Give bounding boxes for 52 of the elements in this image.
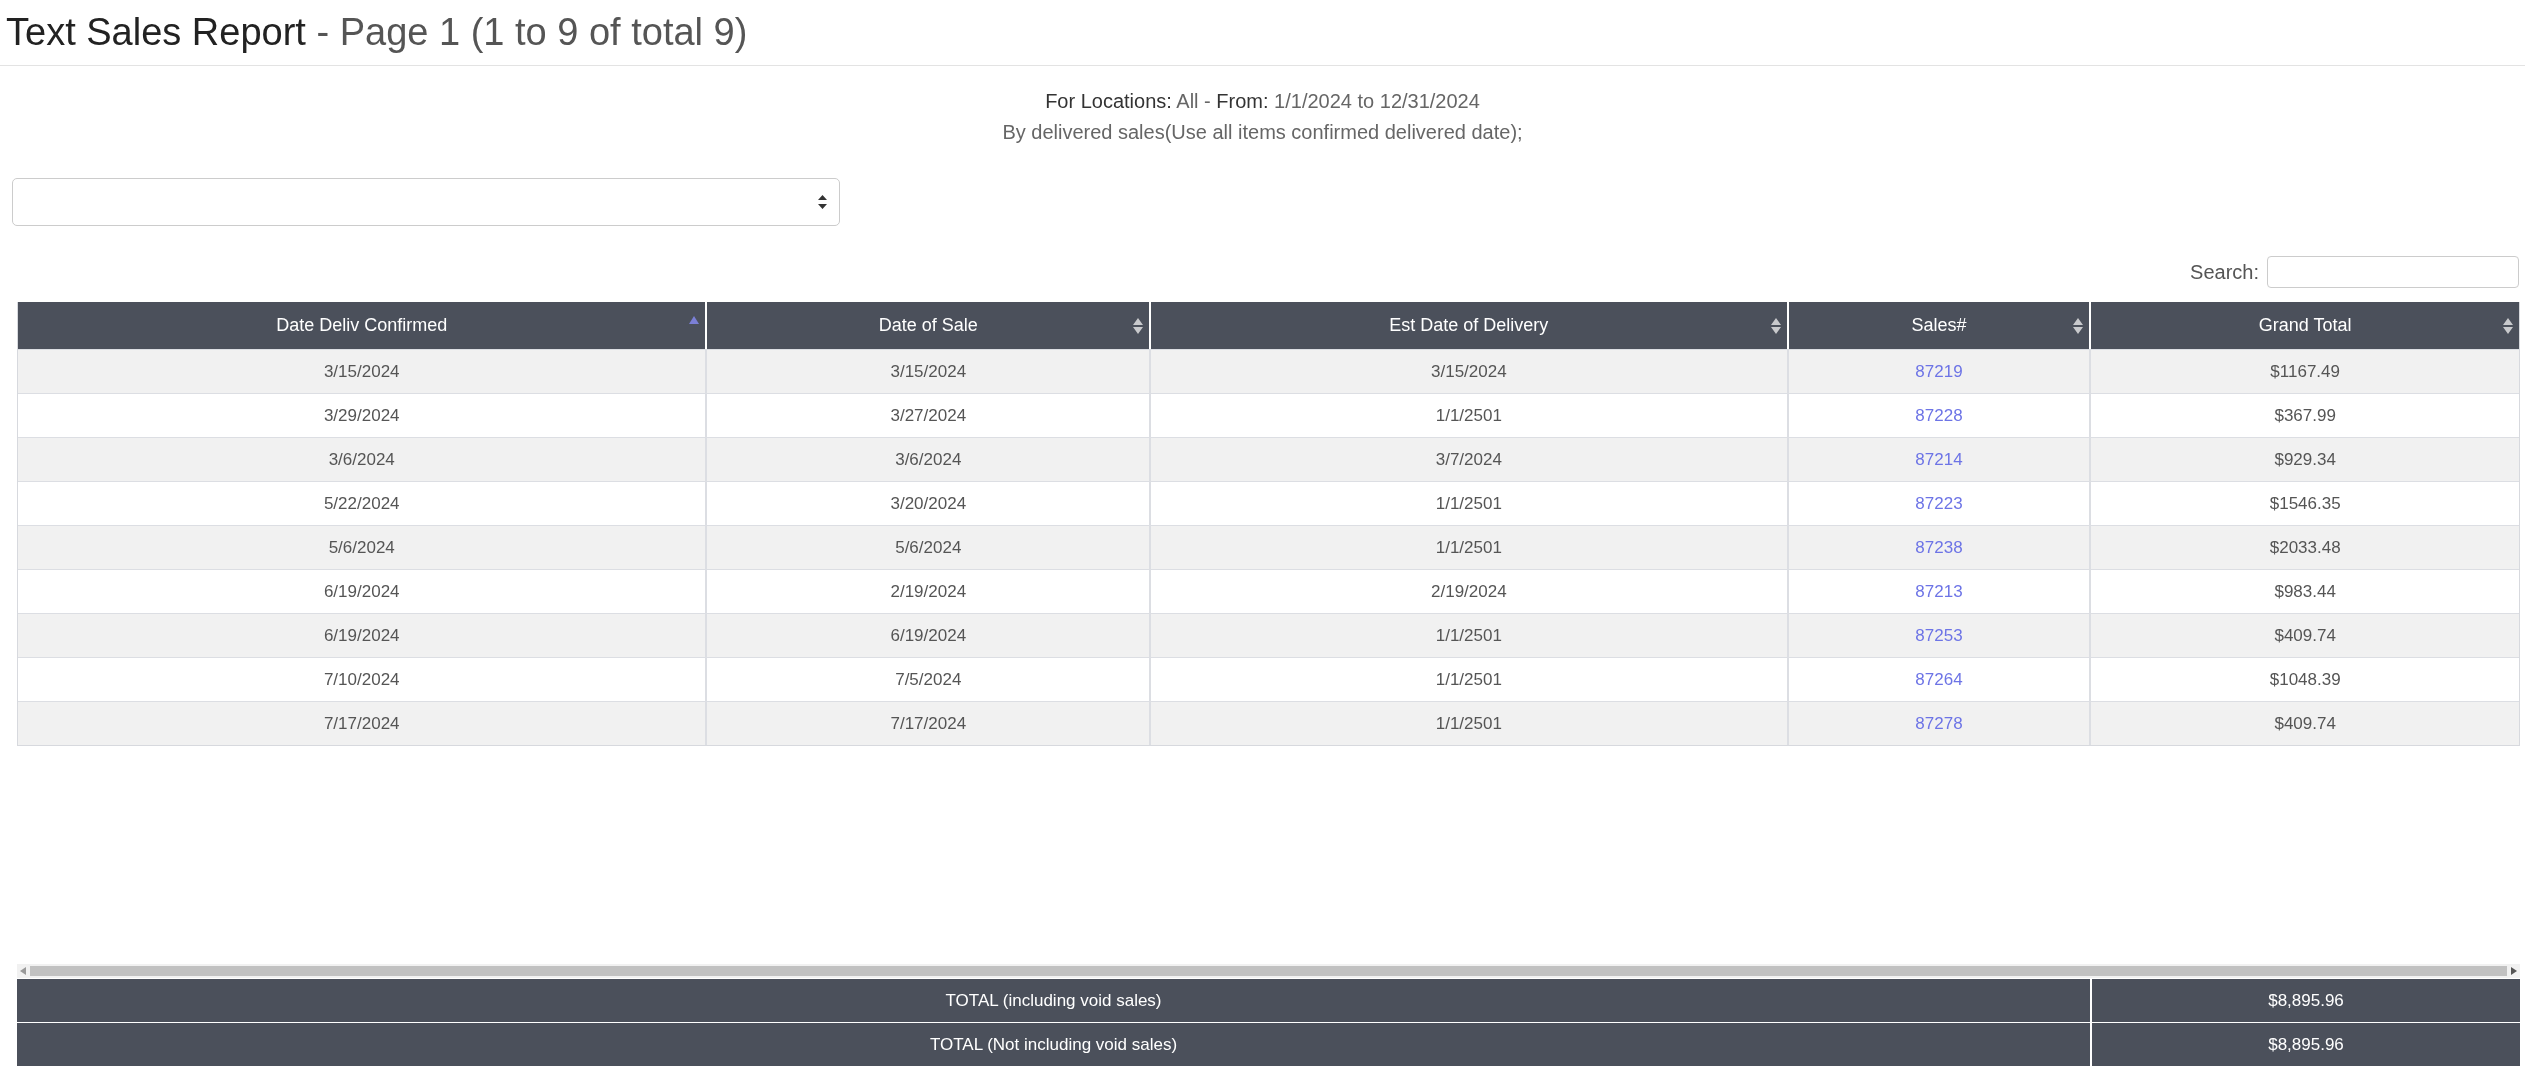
sales-number-link[interactable]: 87278 [1915, 713, 1963, 734]
dropdown-select[interactable] [12, 178, 840, 226]
table-cell: $409.74 [2091, 701, 2519, 745]
sales-number-link[interactable]: 87228 [1915, 405, 1963, 426]
table-cell: 6/19/2024 [707, 613, 1152, 657]
up-down-caret-icon [818, 195, 827, 209]
column-header[interactable]: Sales# [1788, 302, 2092, 349]
column-header[interactable]: Date of Sale [707, 302, 1152, 349]
table-cell: 1/1/2501 [1151, 525, 1789, 569]
table-cell: $929.34 [2091, 437, 2519, 481]
table-cell: $2033.48 [2091, 525, 2519, 569]
report-criteria: For Locations: All - From: 1/1/2024 to 12/31/2024 [1044, 89, 1481, 114]
column-header[interactable]: Est Date of Delivery [1151, 302, 1789, 349]
horizontal-scrollbar[interactable] [17, 964, 2520, 978]
sales-number-link[interactable]: 87253 [1915, 625, 1963, 646]
table-cell: 5/6/2024 [18, 525, 708, 569]
scroll-right-icon[interactable] [2511, 967, 2517, 975]
search-label: Search: [2190, 260, 2259, 284]
table-cell: 1/1/2501 [1151, 701, 1789, 745]
sales-number-link[interactable]: 87264 [1915, 669, 1963, 690]
table-cell: $1167.49 [2091, 349, 2519, 393]
sales-number-link[interactable]: 87223 [1915, 493, 1963, 514]
total-label: TOTAL (Not including void sales) [17, 1023, 2092, 1066]
column-header[interactable]: Grand Total [2091, 302, 2519, 349]
table-cell: $1546.35 [2091, 481, 2519, 525]
sales-number-link[interactable]: 87238 [1915, 537, 1963, 558]
table-cell: 7/17/2024 [18, 701, 708, 745]
table-cell: 3/15/2024 [707, 349, 1152, 393]
page-title: Text Sales Report - Page 1 (1 to 9 of total 9) [6, 11, 748, 54]
total-value: $8,895.96 [2092, 979, 2520, 1022]
search-field[interactable] [2267, 256, 2519, 288]
sales-number-link[interactable]: 87213 [1915, 581, 1963, 602]
table-cell: $367.99 [2091, 393, 2519, 437]
total-value: $8,895.96 [2092, 1023, 2520, 1066]
table-cell: $1048.39 [2091, 657, 2519, 701]
table-cell: 6/19/2024 [18, 613, 708, 657]
report-mode: By delivered sales(Use all items confirmed delivered date); [1001, 120, 1524, 145]
sales-number-link[interactable]: 87214 [1915, 449, 1963, 470]
scroll-left-icon[interactable] [20, 967, 26, 975]
sales-number-link[interactable]: 87219 [1915, 361, 1963, 382]
table-cell: $983.44 [2091, 569, 2519, 613]
table-cell: 3/15/2024 [1151, 349, 1789, 393]
table-cell: 3/15/2024 [18, 349, 708, 393]
table-cell: 1/1/2501 [1151, 613, 1789, 657]
total-label: TOTAL (including void sales) [17, 979, 2092, 1022]
table-cell: 3/7/2024 [1151, 437, 1789, 481]
table-cell: $409.74 [2091, 613, 2519, 657]
table-cell: 5/6/2024 [707, 525, 1152, 569]
table-cell: 7/17/2024 [707, 701, 1152, 745]
column-header[interactable]: Date Deliv Confirmed [18, 302, 708, 349]
table-cell: 3/6/2024 [707, 437, 1152, 481]
table-cell: 3/6/2024 [18, 437, 708, 481]
